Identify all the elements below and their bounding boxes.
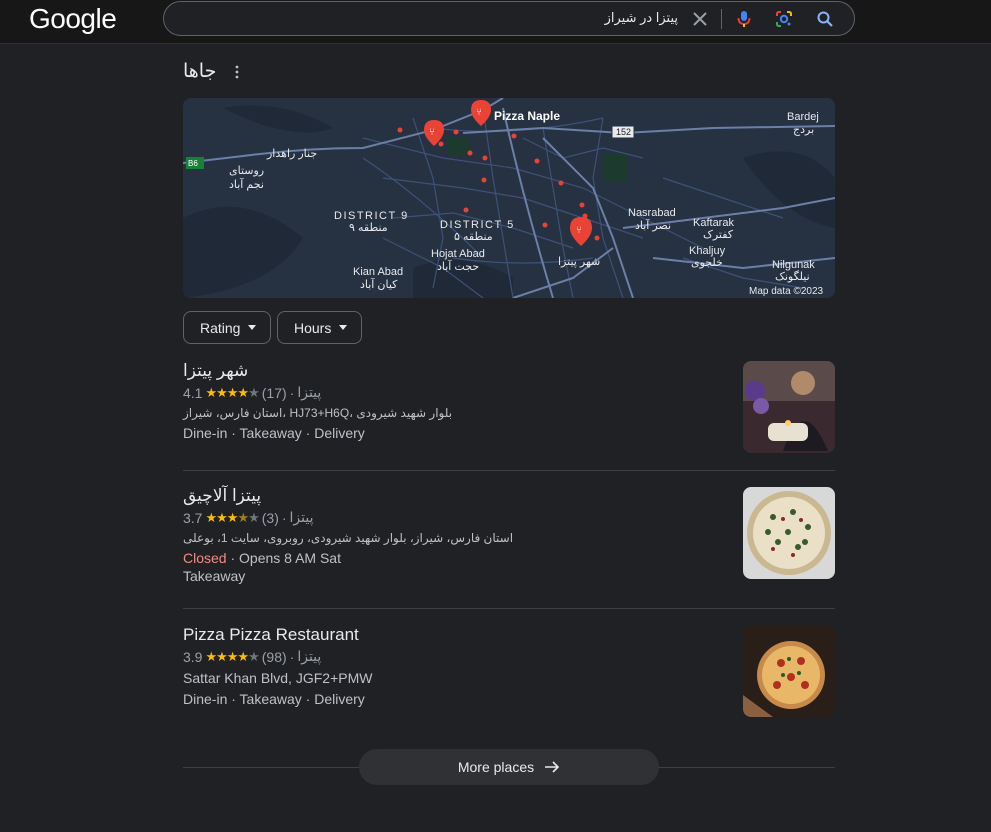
rating-filter-button[interactable]: Rating — [183, 311, 271, 344]
svg-text:⑂: ⑂ — [576, 225, 582, 236]
map-label: کفترک — [703, 229, 734, 241]
map-label: DISTRICT 9 — [334, 210, 409, 222]
map-label: نجم آباد — [229, 177, 264, 191]
google-logo[interactable]: Google — [29, 3, 117, 35]
map-label: نیلگونک — [775, 270, 810, 283]
map[interactable]: ⑂ ⑂ ⑂ 152 B6 Pizza Naple Bardej بردج جنا… — [183, 98, 835, 298]
map-label: کیان آباد — [360, 277, 398, 291]
map-label: DISTRICT 5 — [440, 219, 515, 231]
map-park — [603, 153, 628, 181]
map-label-pizza-naple[interactable]: Pizza Naple — [494, 109, 560, 123]
search-box[interactable]: پیتزا در شیراز — [163, 1, 855, 36]
rating-stars-icon: ★★★★★ — [205, 384, 259, 400]
divider — [183, 608, 835, 609]
status-closed: Closed — [183, 550, 227, 566]
search-icon[interactable] — [816, 10, 834, 28]
rating-value: 4.1 — [183, 384, 203, 401]
divider — [183, 470, 835, 471]
map-label: حجت آباد — [437, 259, 479, 273]
map-label: منطقه ۵ — [454, 231, 493, 243]
map-label: Bardej — [787, 111, 819, 123]
rating-stars-icon: ★★★★★ — [205, 509, 259, 525]
rating-value: 3.9 — [183, 648, 203, 665]
review-count: (3) — [261, 509, 279, 526]
place-address: Sattar Khan Blvd, JGF2+PMW — [183, 670, 373, 686]
more-places-label: More places — [457, 759, 535, 775]
place-card[interactable]: شهر پیتزا 4.1 ★★★★★ (17) · پیتزا استان ف… — [183, 361, 835, 453]
svg-text:⑂: ⑂ — [429, 127, 435, 138]
place-name[interactable]: Pizza Pizza Restaurant — [183, 625, 835, 645]
map-label: Kian Abad — [353, 266, 403, 278]
place-card[interactable]: Pizza Pizza Restaurant 3.9 ★★★★★ (98) · … — [183, 625, 835, 717]
place-category: پیتزا — [297, 648, 322, 664]
more-options-icon[interactable] — [232, 64, 242, 80]
chevron-down-icon — [339, 325, 348, 330]
road-152-label: 152 — [616, 127, 631, 137]
map-park — [448, 138, 470, 156]
hours-filter-label: Hours — [294, 319, 332, 336]
rating-stars-icon: ★★★★★ — [205, 648, 259, 664]
opening-hours: · Opens 8 AM Sat — [230, 550, 341, 566]
place-name[interactable]: پیتزا آلاچیق — [183, 486, 835, 506]
place-rating-line: 3.9 ★★★★★ (98) · پیتزا — [183, 648, 835, 665]
place-category: پیتزا — [289, 509, 314, 525]
place-address: استان فارس، شیراز، HJ73+H6Q، بلوار شهید … — [183, 406, 453, 420]
map-label: Nilgunak — [772, 259, 815, 271]
place-services: Takeaway — [183, 568, 246, 584]
rating-filter-label: Rating — [200, 319, 241, 336]
map-label: خلجوی — [691, 257, 723, 269]
search-input[interactable]: پیتزا در شیراز — [605, 10, 678, 26]
map-label: Hojat Abad — [431, 248, 485, 260]
map-label: روستای — [229, 165, 264, 177]
clear-icon[interactable] — [691, 10, 709, 28]
map-label: نصر آباد — [635, 218, 671, 232]
google-lens-icon[interactable] — [775, 10, 793, 28]
place-name[interactable]: شهر پیتزا — [183, 361, 835, 381]
map-label: Nasrabad — [628, 207, 676, 219]
chevron-down-icon — [248, 325, 257, 330]
arrow-right-icon — [545, 761, 560, 773]
place-photo[interactable] — [743, 361, 835, 453]
review-count: (98) — [261, 648, 287, 665]
microphone-icon[interactable] — [735, 10, 753, 28]
map-label: منطقه ۹ — [349, 222, 388, 234]
place-rating-line: 3.7 ★★★★★ (3) · پیتزا — [183, 509, 835, 526]
place-photo[interactable] — [743, 487, 835, 579]
rating-value: 3.7 — [183, 509, 203, 526]
place-address: استان فارس، شیراز، بلوار شهید شیرودی، رو… — [183, 531, 514, 545]
search-divider — [721, 9, 722, 29]
place-rating-line: 4.1 ★★★★★ (17) · پیتزا — [183, 384, 835, 401]
map-canvas[interactable]: ⑂ ⑂ ⑂ 152 B6 Pizza Naple Bardej بردج جنا… — [183, 98, 835, 298]
place-category-separator: · — [281, 509, 287, 526]
map-label: شهر پیتزا — [558, 256, 600, 268]
map-label: Kaftarak — [693, 217, 734, 229]
place-photo[interactable] — [743, 625, 835, 717]
place-services: Dine-in · Takeaway · Delivery — [183, 425, 365, 441]
place-card[interactable]: پیتزا آلاچیق 3.7 ★★★★★ (3) · پیتزا استان… — [183, 486, 835, 584]
top-bar: Google پیتزا در شیراز — [0, 0, 991, 44]
place-category: پیتزا — [297, 384, 322, 400]
section-title: جاها — [183, 61, 217, 82]
map-label: بردج — [793, 124, 814, 136]
road-b6-label: B6 — [188, 159, 198, 168]
place-hours: Closed · Opens 8 AM Sat — [183, 550, 835, 566]
review-count: (17) — [261, 384, 287, 401]
more-places-button[interactable]: More places — [359, 749, 659, 785]
svg-text:⑂: ⑂ — [476, 107, 482, 118]
place-services: Dine-in · Takeaway · Delivery — [183, 691, 365, 707]
place-category-separator: · — [289, 648, 295, 665]
map-label: جنار راهدار — [266, 148, 317, 160]
hours-filter-button[interactable]: Hours — [277, 311, 362, 344]
place-category-separator: · — [289, 384, 295, 401]
map-attribution: Map data ©2023 — [749, 286, 824, 297]
map-label: Khaljuy — [689, 245, 726, 257]
